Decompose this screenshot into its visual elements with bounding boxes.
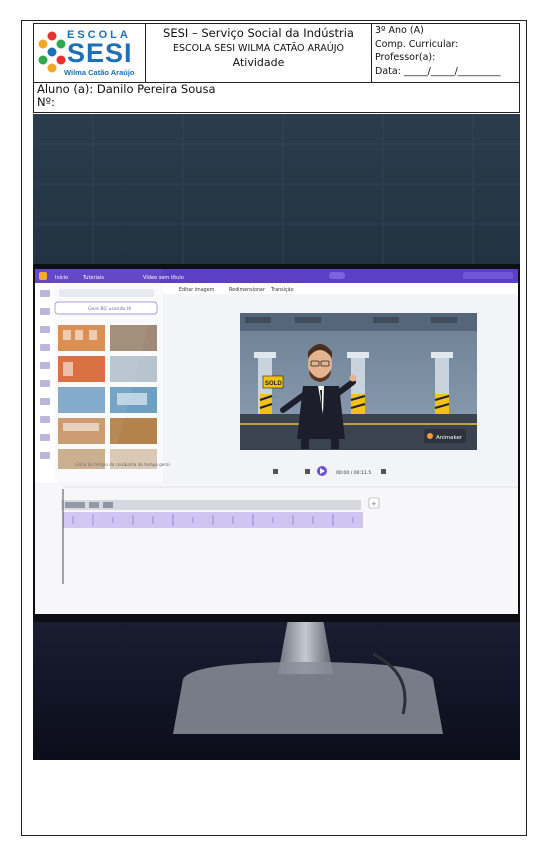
- monitor-photo: Início Tutoriais Vídeo sem título Gere B…: [33, 114, 520, 760]
- header-line3: Atividade: [232, 56, 285, 69]
- logo-subtitle: Wilma Catão Araújo: [64, 68, 135, 77]
- toolbar-transition: Transição: [270, 287, 294, 293]
- grade-field: 3º Ano (A): [375, 25, 424, 36]
- logo-sesi-text: SESI: [67, 38, 133, 68]
- sold-sign-text: SOLD: [265, 381, 282, 387]
- teacher-field: Professor(a):: [375, 52, 436, 63]
- school-logo: ESCOLA SESI Wilma Catão Araújo: [34, 24, 146, 82]
- header-line1: SESI – Serviço Social da Indústria: [163, 26, 354, 40]
- toolbar-edit-image: Editar imagem: [179, 287, 215, 293]
- document-page: ESCOLA SESI Wilma Catão Araújo SESI – Se…: [21, 20, 527, 836]
- global-timeline-label: Linha do tempo geral: [125, 462, 170, 467]
- student-block: Aluno (a): Danilo Pereira Sousa Nº:: [33, 83, 520, 113]
- animaker-watermark: Animaker: [436, 435, 463, 441]
- date-field: Data: _____/_____/_________: [375, 65, 501, 77]
- header-line2: ESCOLA SESI WILMA CATÃO ARAÚJO: [173, 43, 344, 54]
- student-number: Nº:: [37, 95, 55, 109]
- header-title-block: SESI – Serviço Social da Indústria ESCOL…: [146, 24, 372, 82]
- toolbar-resize: Redimensionar: [229, 287, 265, 293]
- sesi-logo-icon: [38, 31, 66, 73]
- header-info-block: 3º Ano (A) Comp. Curricular: Professor(a…: [372, 24, 519, 82]
- time-display: 00:00 / 00:11.5: [336, 470, 371, 476]
- student-name: Aluno (a): Danilo Pereira Sousa: [37, 82, 216, 96]
- subject-field: Comp. Curricular:: [375, 38, 459, 50]
- document-header: ESCOLA SESI Wilma Catão Araújo SESI – Se…: [33, 23, 520, 83]
- svg-text:+: +: [371, 500, 377, 508]
